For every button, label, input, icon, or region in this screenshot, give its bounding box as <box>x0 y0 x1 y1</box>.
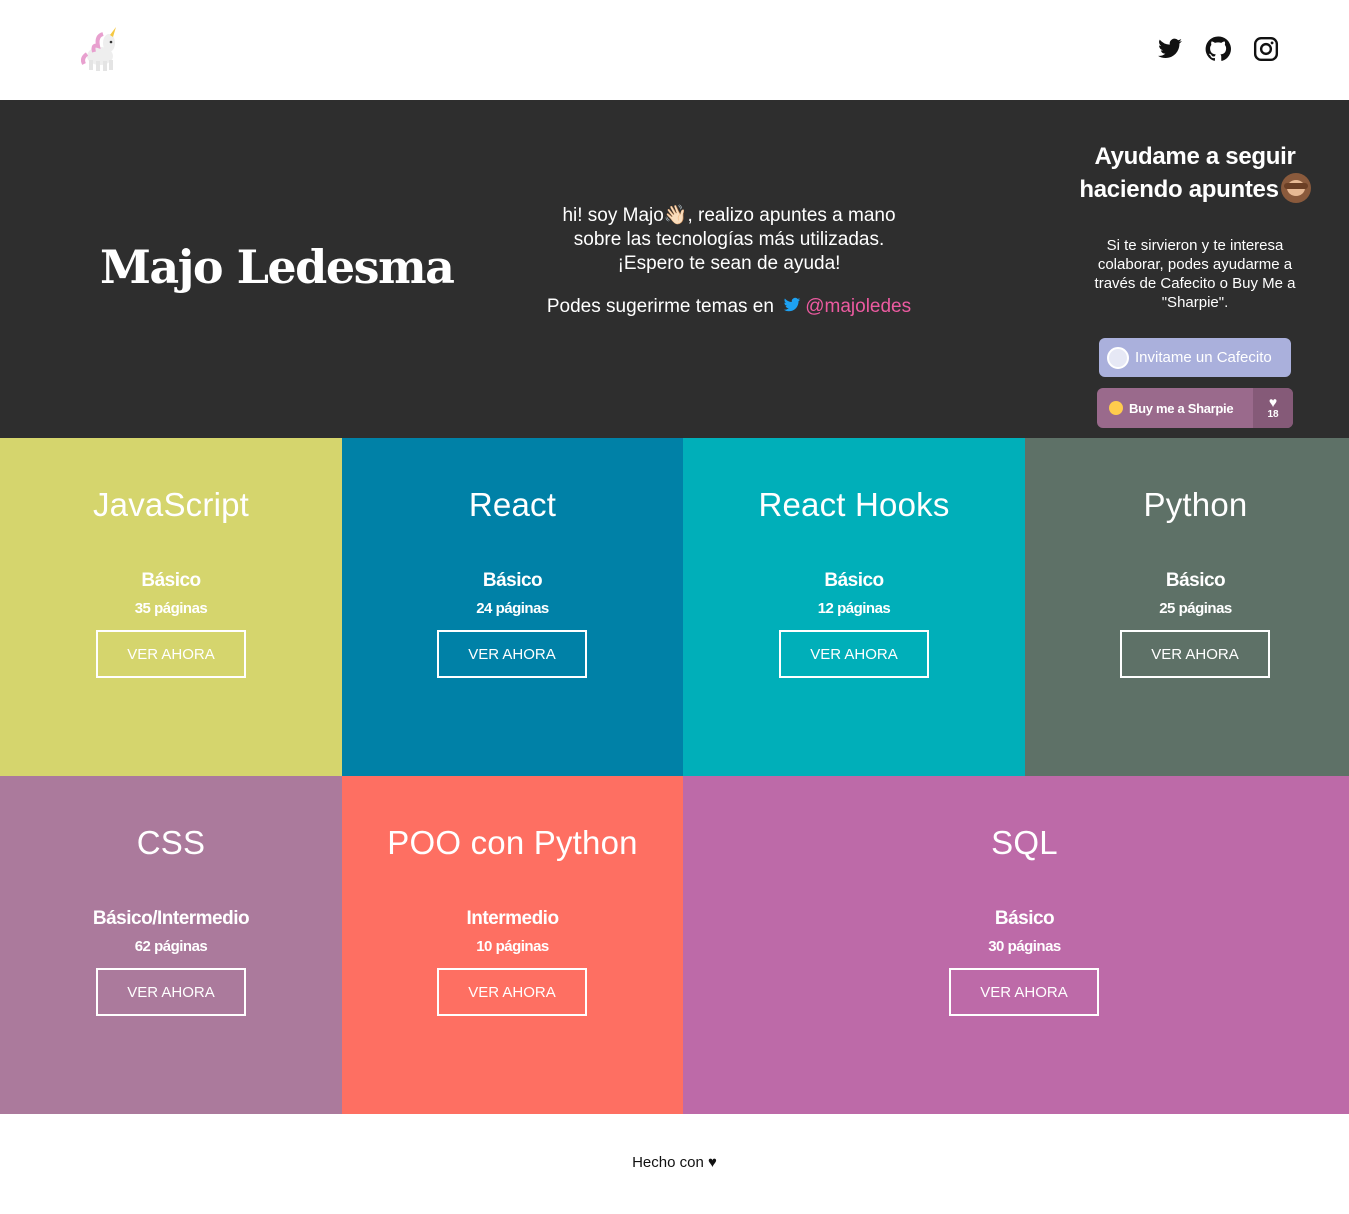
course-pages: 24 páginas <box>476 600 549 617</box>
course-title: React <box>468 486 557 523</box>
twitter-handle-link[interactable]: @majoledes <box>805 296 911 317</box>
footer-text: Hecho con ♥ <box>632 1154 717 1171</box>
cafecito-label: Invitame un Cafecito <box>1135 349 1272 366</box>
heart-icon: ♥ <box>1268 394 1278 410</box>
suggest-label: Podes sugerirme temas en <box>546 296 774 317</box>
course-level: Básico <box>482 570 543 591</box>
author-name: Majo Ledesma <box>100 240 455 294</box>
ver-ahora-button[interactable]: VER AHORA <box>779 630 929 678</box>
intro-line: hi! soy Majo👋🏻, realizo apuntes a mano <box>562 205 896 226</box>
course-card: CSS Básico/Intermedio 62 páginas VER AHO… <box>0 776 342 1114</box>
unicorn-icon[interactable] <box>78 26 122 72</box>
ver-ahora-button[interactable]: VER AHORA <box>949 968 1099 1016</box>
support-panel: Ayudame a seguir haciendo apuntes Si te … <box>1062 140 1328 428</box>
twitter-icon[interactable] <box>1157 36 1183 62</box>
intro-text: hi! soy Majo👋🏻, realizo apuntes a mano s… <box>505 204 953 276</box>
twitter-icon <box>782 296 802 314</box>
sharpie-label: Buy me a Sharpie <box>1129 400 1234 416</box>
course-title: POO con Python <box>387 824 638 861</box>
course-level: Básico <box>994 908 1055 929</box>
course-level: Básico <box>1165 570 1226 591</box>
course-pages: 30 páginas <box>988 938 1061 955</box>
course-card: React Básico 24 páginas VER AHORA <box>342 438 683 776</box>
suggest-topics: Podes sugerirme temas en @majoledes <box>505 296 953 318</box>
footer: Hecho con ♥ <box>0 1114 1349 1214</box>
intro-line: ¡Espero te sean de ayuda! <box>617 253 841 274</box>
course-title: SQL <box>991 824 1058 861</box>
course-title: Python <box>1143 486 1248 523</box>
course-title: CSS <box>136 824 206 861</box>
support-title: Ayudame a seguir haciendo apuntes <box>1062 140 1328 206</box>
course-level: Básico/Intermedio <box>92 908 250 929</box>
course-card: JavaScript Básico 35 páginas VER AHORA <box>0 438 342 776</box>
course-card: SQL Básico 30 páginas VER AHORA <box>683 776 1349 1114</box>
supporters-count-value: 18 <box>1267 409 1279 420</box>
support-text: Si te sirvieron y te interesa colaborar,… <box>1094 237 1296 311</box>
hero-section: Majo Ledesma hi! soy Majo👋🏻, realizo apu… <box>0 100 1349 438</box>
intro-line: sobre las tecnologías más utilizadas. <box>573 229 885 250</box>
course-level: Intermedio <box>466 908 559 929</box>
course-card: React Hooks Básico 12 páginas VER AHORA <box>683 438 1025 776</box>
ver-ahora-button[interactable]: VER AHORA <box>96 968 246 1016</box>
ver-ahora-button[interactable]: VER AHORA <box>437 968 587 1016</box>
support-title-line: haciendo apuntes <box>1079 176 1279 203</box>
course-card: POO con Python Intermedio 10 páginas VER… <box>342 776 683 1114</box>
course-title: React Hooks <box>758 486 950 523</box>
instagram-icon[interactable] <box>1253 36 1279 62</box>
ver-ahora-button[interactable]: VER AHORA <box>1120 630 1270 678</box>
course-pages: 12 páginas <box>817 600 891 617</box>
course-level: Básico <box>141 570 201 591</box>
course-card: Python Básico 25 páginas VER AHORA <box>1025 438 1349 776</box>
course-pages: 62 páginas <box>134 938 208 955</box>
ver-ahora-button[interactable]: VER AHORA <box>96 630 246 678</box>
top-navbar <box>0 0 1349 100</box>
ver-ahora-button[interactable]: VER AHORA <box>437 630 587 678</box>
smile-icon <box>1109 401 1123 415</box>
github-icon[interactable] <box>1205 36 1231 62</box>
course-level: Básico <box>824 570 884 591</box>
cafecito-button[interactable]: Invitame un Cafecito <box>1099 338 1291 377</box>
supporters-count: ♥ 18 <box>1253 388 1293 428</box>
coffee-cup-icon <box>1107 346 1129 369</box>
buy-me-a-sharpie-button[interactable]: Buy me a Sharpie ♥ 18 <box>1097 388 1293 428</box>
course-pages: 10 páginas <box>476 938 549 955</box>
course-pages: 35 páginas <box>134 600 208 617</box>
course-title: JavaScript <box>92 486 250 523</box>
see-no-evil-monkey-icon <box>1280 173 1311 203</box>
course-pages: 25 páginas <box>1159 600 1232 617</box>
support-title-line: Ayudame a seguir <box>1094 143 1296 170</box>
